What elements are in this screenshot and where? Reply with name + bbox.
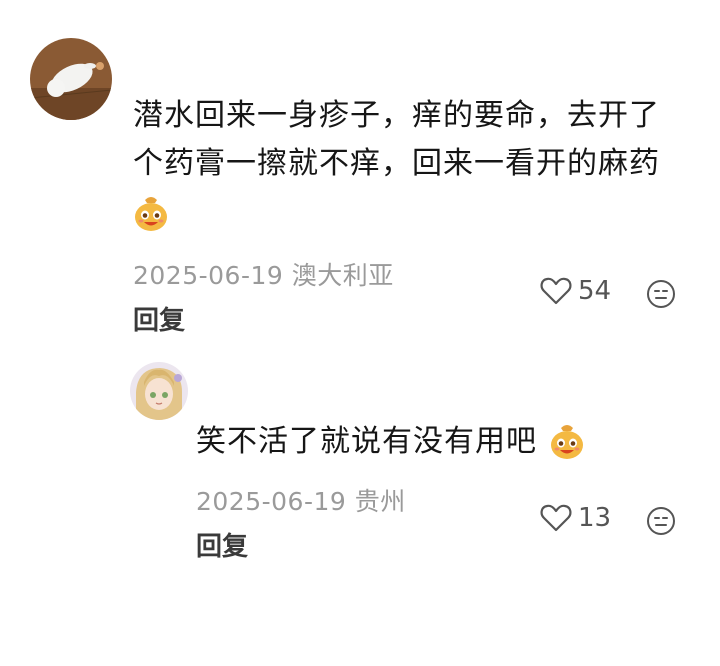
heart-icon: [540, 504, 572, 532]
comment-text-line-1: 潜水回来一身疹子，痒的要命，去开了: [133, 98, 660, 133]
replier-avatar[interactable]: [130, 362, 188, 420]
heart-icon: [540, 277, 572, 305]
anime-girl-avatar-icon: [130, 362, 188, 420]
smiling-money-bag-emoji: [549, 422, 585, 460]
neutral-face-icon: [647, 280, 675, 308]
reply-like-count: 13: [578, 503, 612, 533]
comment-dislike-button[interactable]: [646, 279, 676, 313]
reply-like-button[interactable]: 13: [540, 503, 611, 533]
smiling-money-bag-emoji: [133, 194, 169, 232]
comment-reply-button[interactable]: 回复: [133, 300, 185, 337]
comment-like-button[interactable]: 54: [540, 276, 611, 306]
reply-text: 笑不活了就说有没有用吧: [196, 418, 537, 466]
neutral-face-icon: [647, 507, 675, 535]
cat-photo-icon: [30, 38, 112, 120]
reply-date-location: 2025-06-19 贵州: [196, 487, 406, 516]
comment-date-location: 2025-06-19 澳大利亚: [133, 261, 394, 290]
reply-text-content: 笑不活了就说有没有用吧: [196, 424, 537, 459]
commenter-avatar[interactable]: [30, 38, 112, 120]
reply-dislike-button[interactable]: [646, 506, 676, 540]
reply-reply-button[interactable]: 回复: [196, 526, 248, 563]
comment-like-count: 54: [578, 276, 612, 306]
comment-text-line-2: 个药膏一擦就不痒，回来一看开的麻药: [133, 146, 660, 181]
